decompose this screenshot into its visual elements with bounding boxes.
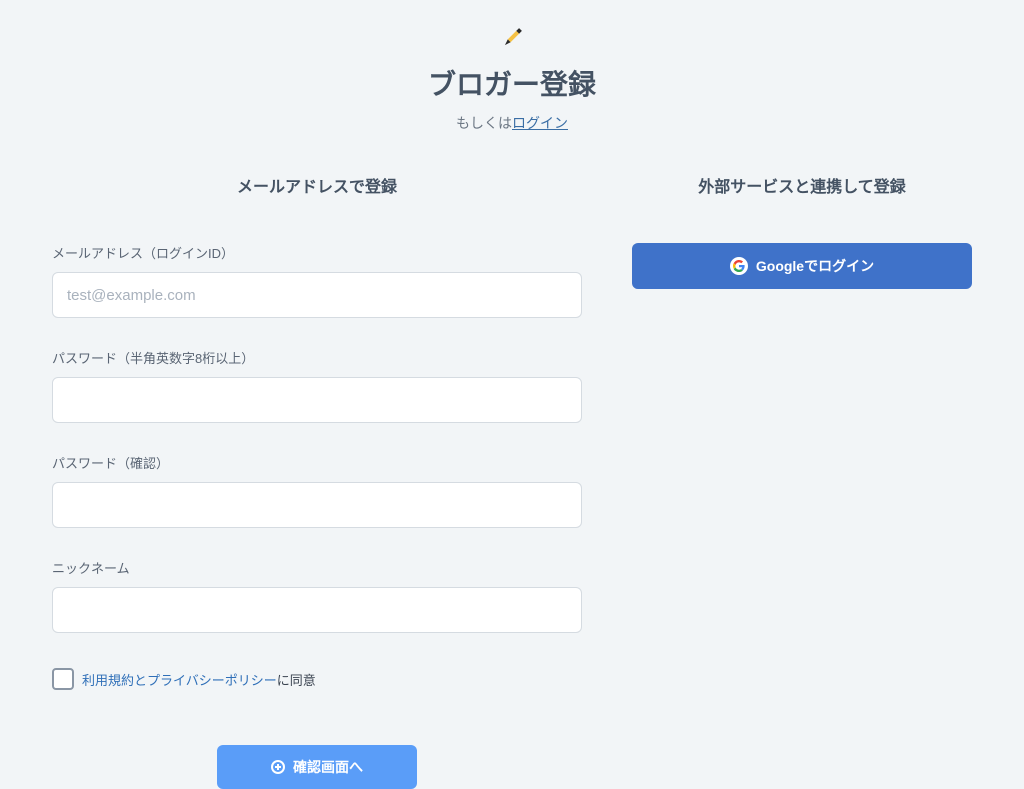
email-section-title: メールアドレスで登録: [52, 173, 582, 197]
password-label: パスワード（半角英数字8桁以上）: [52, 348, 582, 367]
consent-checkbox[interactable]: [52, 668, 74, 690]
subtitle: もしくはログイン: [0, 113, 1024, 133]
password-confirm-input[interactable]: [52, 482, 582, 528]
email-label: メールアドレス（ログインID）: [52, 243, 582, 262]
confirm-button-label: 確認画面へ: [293, 757, 363, 777]
pen-icon: [498, 24, 526, 52]
consent-text: 利用規約とプライバシーポリシーに同意: [82, 670, 316, 689]
google-button-label: Googleでログイン: [756, 256, 874, 276]
password-confirm-label: パスワード（確認）: [52, 453, 582, 472]
email-register-section: メールアドレスで登録 メールアドレス（ログインID） パスワード（半角英数字8桁…: [52, 173, 582, 789]
login-link[interactable]: ログイン: [512, 115, 568, 131]
google-icon: [730, 257, 748, 275]
page-header: ブロガー登録 もしくはログイン: [0, 24, 1024, 133]
google-login-button[interactable]: Googleでログイン: [632, 243, 972, 289]
terms-link[interactable]: 利用規約とプライバシーポリシー: [82, 673, 277, 688]
nickname-label: ニックネーム: [52, 558, 582, 577]
plus-circle-icon: [271, 760, 285, 774]
confirm-button[interactable]: 確認画面へ: [217, 745, 417, 789]
consent-suffix: に同意: [277, 673, 316, 688]
external-register-section: 外部サービスと連携して登録 Googleでログイン: [632, 173, 972, 789]
password-input[interactable]: [52, 377, 582, 423]
consent-row: 利用規約とプライバシーポリシーに同意: [52, 668, 582, 690]
email-input[interactable]: [52, 272, 582, 318]
nickname-input[interactable]: [52, 587, 582, 633]
external-section-title: 外部サービスと連携して登録: [632, 173, 972, 197]
page-title: ブロガー登録: [0, 63, 1024, 103]
subtitle-prefix: もしくは: [456, 115, 512, 131]
